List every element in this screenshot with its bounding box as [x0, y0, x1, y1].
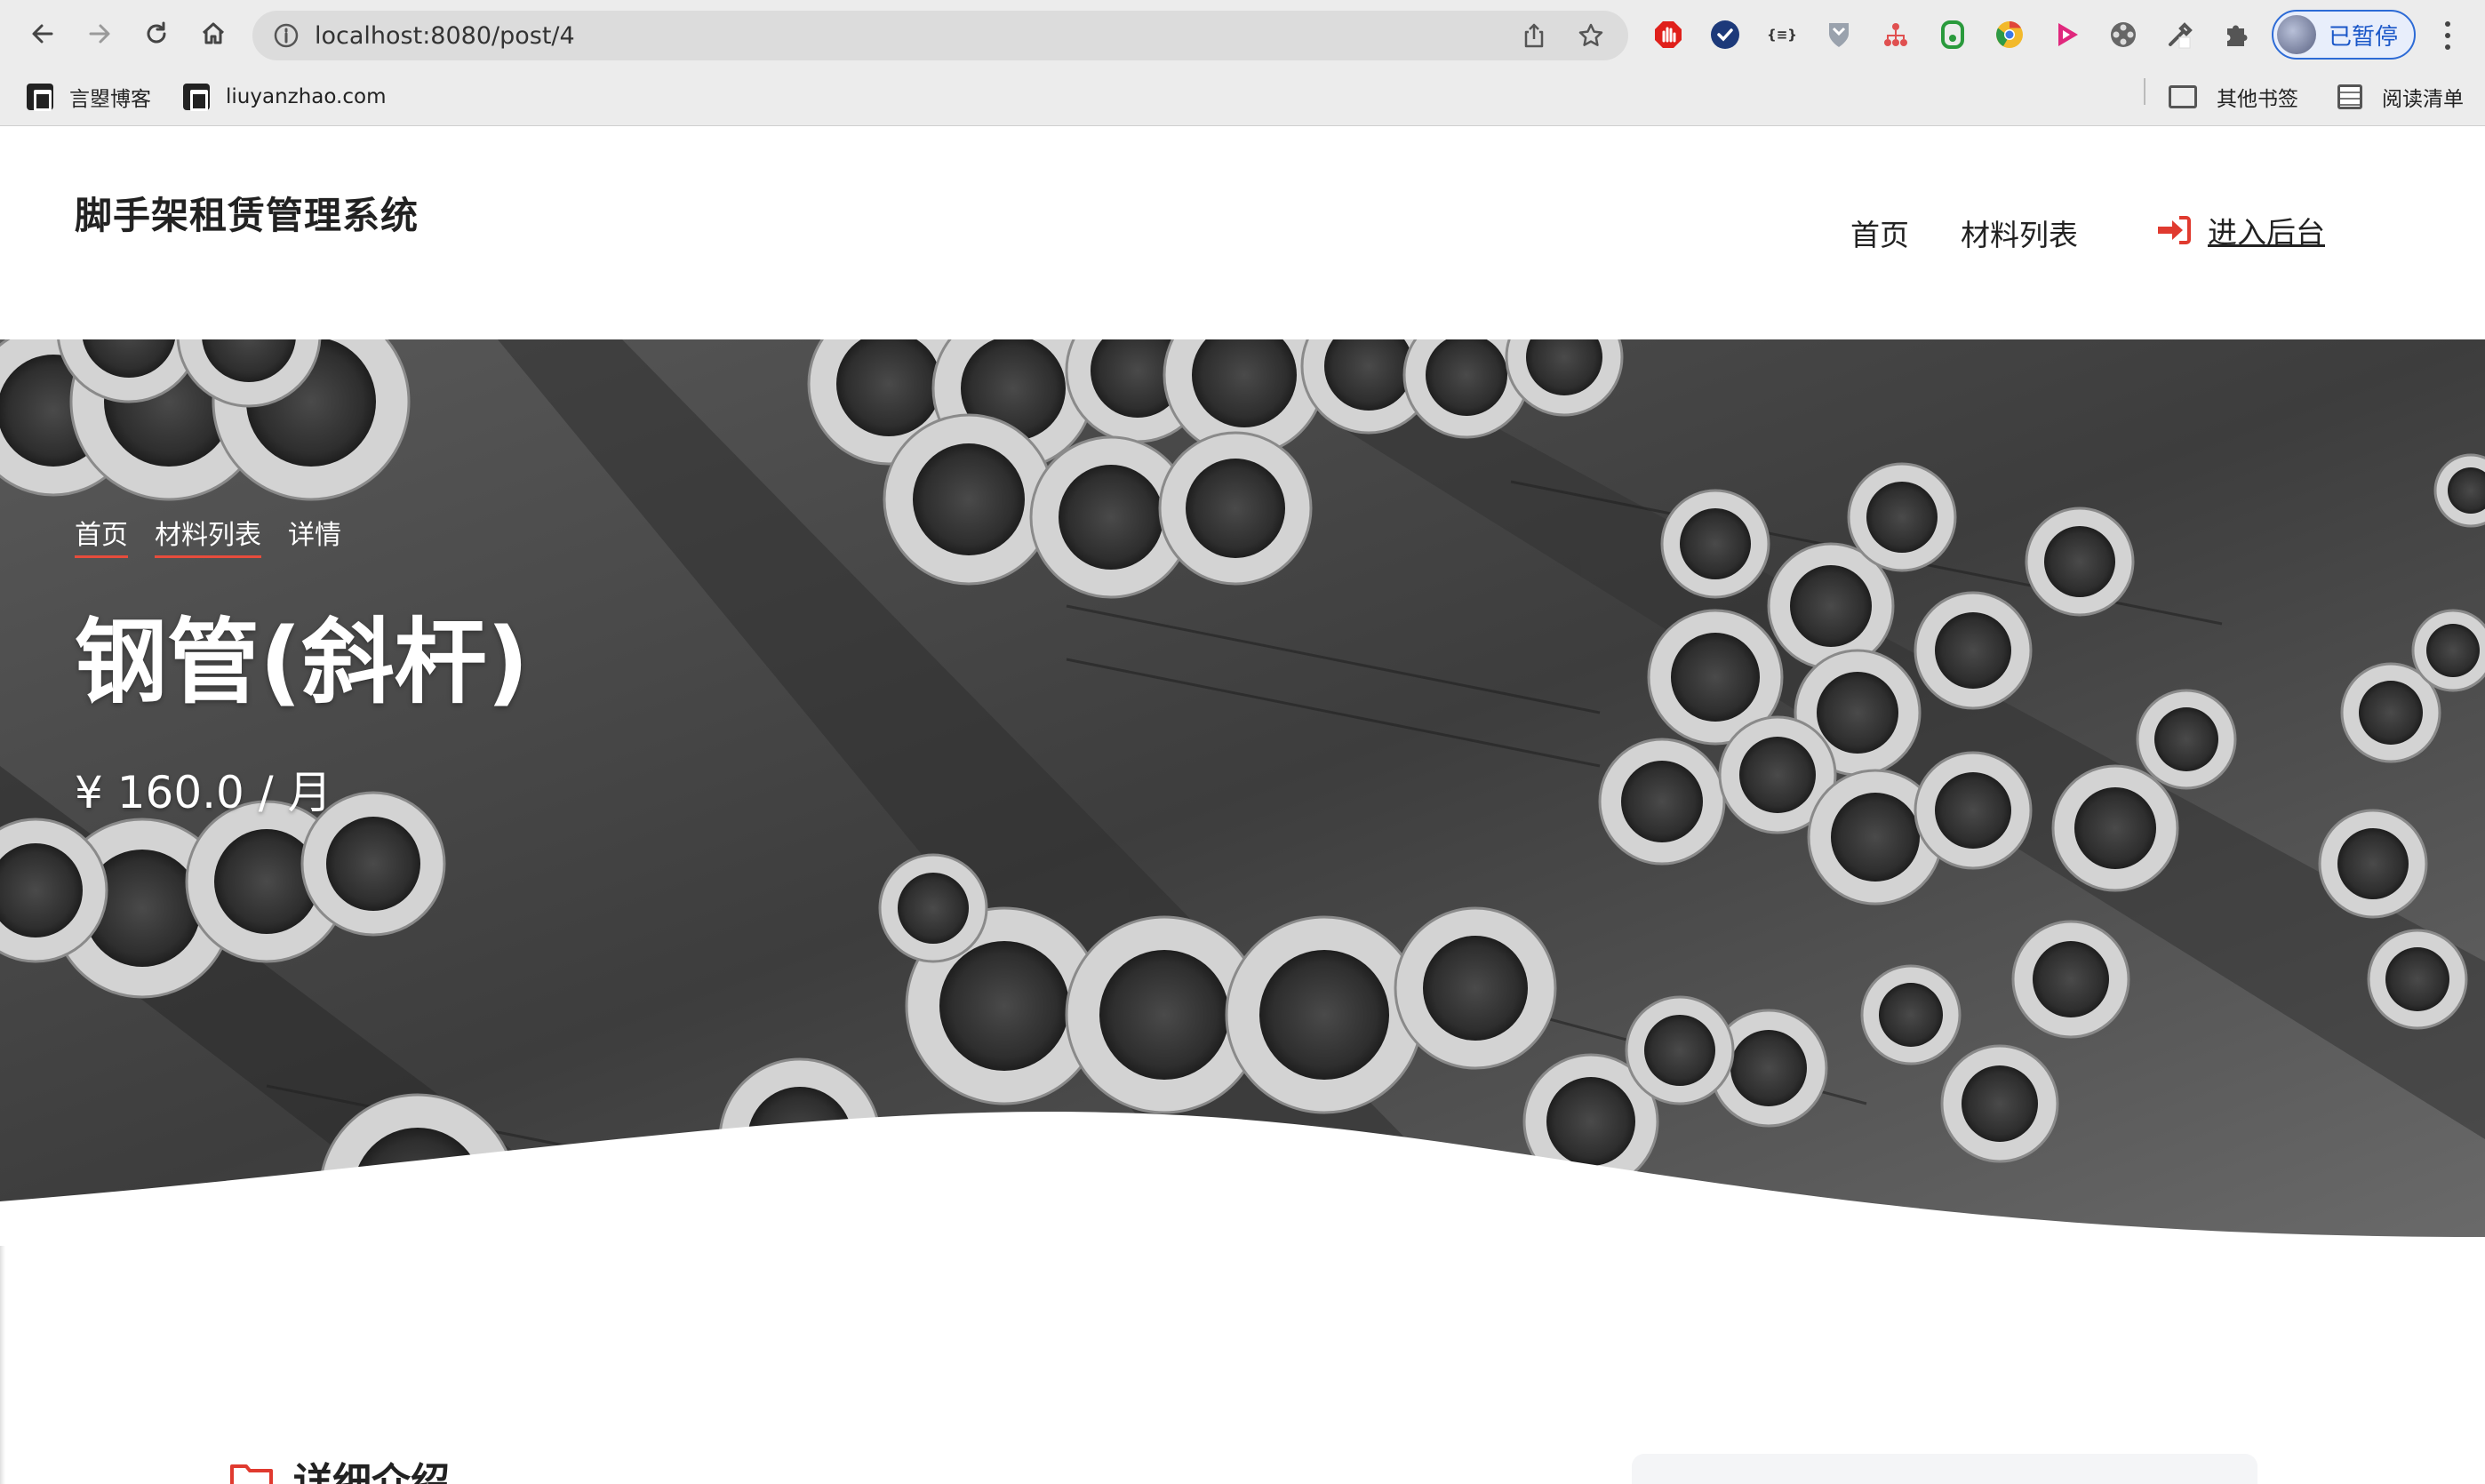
pipe-bore [2074, 787, 2156, 869]
pipe-bore [1186, 459, 1285, 558]
bookmark-label: liuyanzhao.com [226, 85, 387, 108]
pipe-bore [2359, 681, 2423, 745]
browser-menu-button[interactable] [2439, 18, 2457, 53]
pipe-bore [939, 941, 1069, 1071]
folder-icon [230, 1464, 273, 1484]
bookmarks-divider [2144, 78, 2145, 105]
adblock-icon[interactable] [1653, 20, 1683, 50]
pipe-bore [2337, 828, 2409, 899]
pipe-bore [898, 873, 969, 944]
pipe-bore [913, 443, 1025, 555]
sidebar-card [1632, 1454, 2257, 1484]
pipe-bore [1962, 1065, 2038, 1142]
site-header: 脚手架租赁管理系统 首页 材料列表 进入后台 [0, 127, 2485, 340]
shield-icon[interactable] [1824, 20, 1854, 50]
share-icon[interactable] [1520, 21, 1548, 50]
steel-pipes-photo [0, 339, 2485, 1246]
bookmark-item[interactable]: liuyanzhao.com [183, 80, 387, 114]
reload-icon [147, 21, 166, 44]
json-icon[interactable]: {≡} [1767, 20, 1797, 50]
pipe-bore [1817, 672, 1898, 754]
pipe-bore [1739, 737, 1816, 813]
reading-list[interactable]: 阅读清单 [2337, 80, 2464, 114]
pipe-bore [1259, 950, 1389, 1080]
pipe-bore [1099, 950, 1229, 1080]
home-icon [202, 22, 225, 44]
hero-banner: 首页 材料列表 详情 钢管(斜杆) ¥ 160.0 / 月 [0, 339, 2485, 1246]
page-title: 钢管(斜杆) [75, 608, 530, 716]
pipe-bore [1790, 565, 1872, 647]
bookmark-item[interactable]: 言曌博客 [27, 80, 151, 114]
pipe-bore [1546, 1077, 1635, 1166]
detail-section-heading: 详细介绍 [229, 1450, 450, 1484]
puzzle-icon[interactable] [2222, 20, 2252, 50]
pipe-bore [2426, 624, 2480, 677]
pipe-bore [1059, 465, 1163, 570]
breadcrumb-current: 详情 [288, 520, 341, 551]
back-button[interactable] [23, 14, 62, 53]
eyedropper-icon[interactable] [2165, 20, 2195, 50]
info-icon[interactable] [272, 21, 300, 50]
other-bookmarks-label: 其他书签 [2217, 88, 2298, 111]
bookmarks-bar: 言曌博客 liuyanzhao.com 其他书签 阅读清单 [0, 69, 2485, 126]
nav-materials-link[interactable]: 材料列表 [1961, 211, 2078, 254]
nav-home-link[interactable]: 首页 [1850, 211, 1909, 254]
pipe-bore [1644, 1015, 1715, 1086]
bookmark-favicon-icon [27, 84, 53, 111]
tree-icon[interactable] [1881, 20, 1911, 50]
reading-list-label: 阅读清单 [2382, 88, 2464, 111]
admin-login-link[interactable]: 进入后台 [2156, 209, 2325, 251]
pipe-bore [1423, 936, 1528, 1041]
url-text[interactable]: localhost:8080/post/4 [315, 22, 575, 50]
pipe-bore [1935, 612, 2011, 689]
pipe-bore [1879, 983, 1943, 1047]
admin-link-label: 进入后台 [2208, 215, 2325, 250]
breadcrumb-materials[interactable]: 材料列表 [155, 513, 261, 558]
pipe-bore [2385, 947, 2449, 1011]
sign-in-icon [2158, 216, 2191, 244]
browser-chrome: localhost:8080/post/4 {≡} 已暂停 言曌博客 liuya… [0, 0, 2485, 126]
profile-label: 已暂停 [2329, 23, 2399, 51]
pipe-bore [2044, 526, 2115, 597]
pipe-bore [1671, 633, 1760, 722]
folder-icon [2169, 85, 2197, 108]
reading-list-icon [2337, 84, 2362, 109]
pipe-bore [326, 817, 420, 911]
pipe-bore [1866, 482, 1938, 553]
film-icon[interactable] [2108, 20, 2138, 50]
home-button[interactable] [194, 14, 233, 53]
pipe-bore [1935, 772, 2011, 849]
breadcrumb-home[interactable]: 首页 [75, 513, 128, 558]
browser-toolbar: localhost:8080/post/4 {≡} 已暂停 [0, 0, 2485, 69]
arrow-right-icon [89, 24, 110, 44]
pipe-bore [1621, 761, 1703, 842]
star-icon[interactable] [1577, 21, 1605, 50]
bookmark-favicon-icon [183, 84, 210, 111]
breadcrumb: 首页 材料列表 详情 [75, 513, 368, 558]
arrow-left-icon [32, 24, 53, 44]
pipe-bore [1831, 793, 1920, 882]
site-brand[interactable]: 脚手架租赁管理系统 [75, 186, 419, 240]
reload-button[interactable] [137, 14, 176, 53]
check-icon[interactable] [1710, 20, 1740, 50]
rental-price: ¥ 160.0 / 月 [75, 767, 332, 818]
chrome-icon[interactable] [1994, 20, 2025, 50]
bookmark-label: 言曌博客 [69, 88, 151, 111]
pipe-bore [2154, 707, 2218, 771]
profile-button[interactable]: 已暂停 [2272, 10, 2416, 60]
avatar [2277, 15, 2316, 54]
forward-button[interactable] [80, 14, 119, 53]
pipe-bore [2033, 941, 2109, 1017]
other-bookmarks[interactable]: 其他书签 [2169, 80, 2298, 114]
play-icon[interactable] [2051, 20, 2081, 50]
recycle-icon[interactable] [1938, 20, 1968, 50]
pipe-bore [1730, 1030, 1807, 1106]
pipe-bore [1680, 508, 1751, 579]
address-bar[interactable]: localhost:8080/post/4 [252, 11, 1628, 60]
detail-heading-text: 详细介绍 [293, 1460, 450, 1484]
